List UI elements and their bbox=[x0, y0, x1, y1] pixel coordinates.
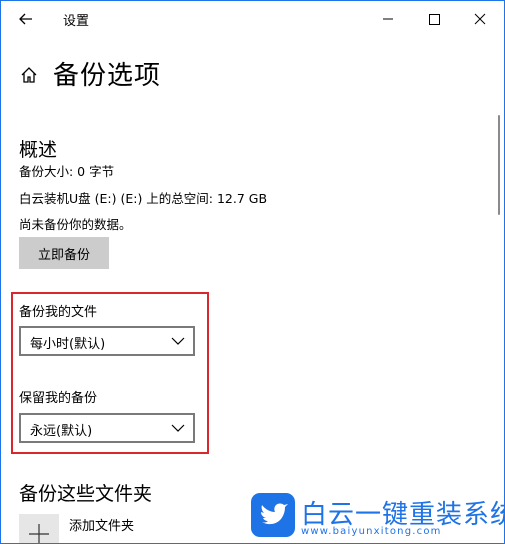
minimize-icon bbox=[383, 18, 393, 20]
back-arrow-icon bbox=[19, 13, 32, 25]
keep-backups-value: 永远(默认) bbox=[30, 424, 93, 439]
backup-frequency-value: 每小时(默认) bbox=[30, 337, 106, 352]
backup-size-text: 备份大小: 0 字节 bbox=[19, 164, 115, 179]
page-title: 备份选项 bbox=[53, 61, 162, 91]
watermark: 白云一键重装系统 www.baiyunxitong.com bbox=[251, 493, 504, 539]
backup-now-button[interactable]: 立即备份 bbox=[19, 237, 109, 269]
backup-status-text: 尚未备份你的数据。 bbox=[19, 217, 132, 232]
close-icon bbox=[474, 13, 486, 25]
backup-frequency-select[interactable]: 每小时(默认) bbox=[19, 326, 195, 356]
plus-icon bbox=[29, 524, 49, 543]
chevron-down-icon bbox=[171, 424, 185, 432]
title-bar: 设置 bbox=[1, 1, 504, 37]
keep-backups-label: 保留我的备份 bbox=[19, 391, 98, 406]
maximize-icon bbox=[429, 14, 440, 25]
minimize-button[interactable] bbox=[365, 1, 411, 37]
chevron-down-icon bbox=[171, 337, 185, 345]
close-button[interactable] bbox=[457, 1, 503, 37]
back-button[interactable] bbox=[15, 8, 37, 30]
maximize-button[interactable] bbox=[411, 1, 457, 37]
folders-heading: 备份这些文件夹 bbox=[19, 483, 153, 505]
total-space-text: 白云装机U盘 (E:) (E:) 上的总空间: 12.7 GB bbox=[19, 191, 268, 206]
watermark-url: www.baiyunxitong.com bbox=[301, 526, 442, 537]
scrollbar-thumb[interactable] bbox=[498, 115, 500, 215]
backup-frequency-label: 备份我的文件 bbox=[19, 305, 98, 320]
window-title: 设置 bbox=[63, 14, 90, 29]
add-folder-label[interactable]: 添加文件夹 bbox=[69, 515, 134, 534]
settings-window: 设置 备份选项 概述 备份大小: 0 字节 白云装机U盘 (E:) (E:) 上… bbox=[0, 0, 505, 544]
overview-heading: 概述 bbox=[19, 139, 58, 161]
home-icon[interactable] bbox=[19, 65, 39, 85]
keep-backups-select[interactable]: 永远(默认) bbox=[19, 413, 195, 443]
add-folder-button[interactable] bbox=[19, 514, 59, 543]
bird-logo-icon bbox=[251, 493, 295, 537]
